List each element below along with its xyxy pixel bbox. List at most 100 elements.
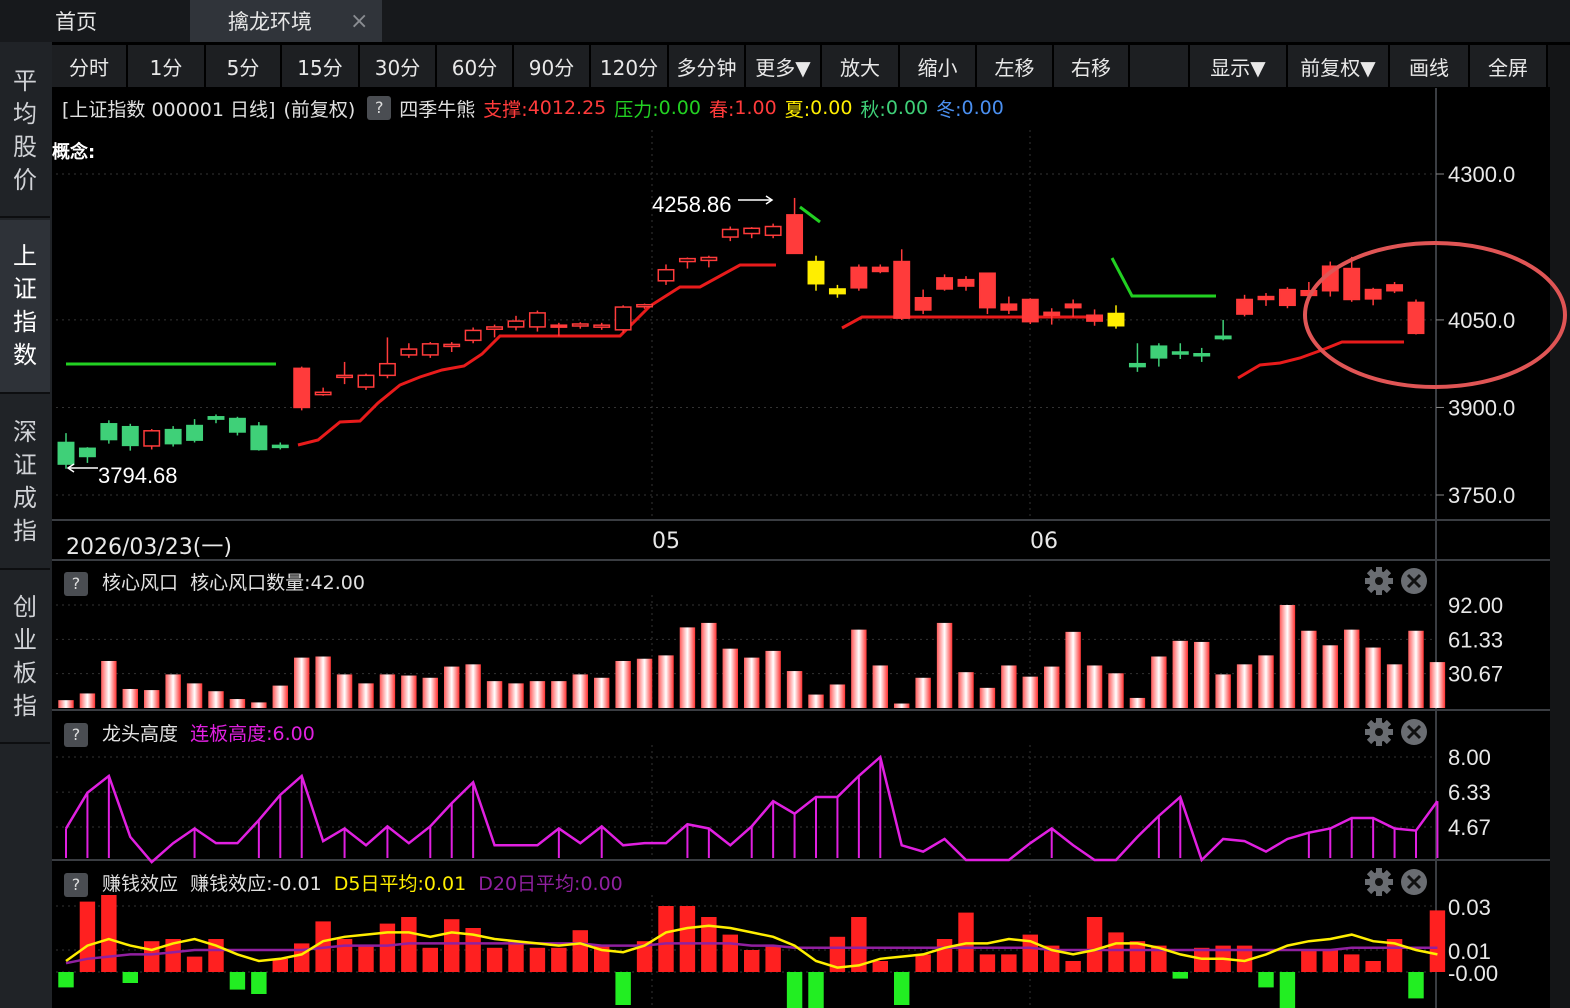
panel1-bar bbox=[379, 674, 396, 708]
panel3-bar bbox=[1065, 961, 1081, 972]
candle-body bbox=[957, 278, 975, 287]
candle-body bbox=[336, 374, 354, 379]
help-icon[interactable]: ? bbox=[64, 572, 88, 596]
gear-hole bbox=[1375, 728, 1383, 736]
panel3-d20-label: D20日平均: bbox=[478, 873, 581, 895]
right-scrollbar bbox=[1550, 45, 1570, 1008]
candle-body bbox=[228, 417, 246, 433]
panel1-bar bbox=[165, 674, 181, 708]
panel2-metric-value: 6.00 bbox=[272, 723, 315, 745]
candle-body bbox=[1128, 362, 1146, 368]
candle-body bbox=[678, 257, 696, 263]
panel3-bar bbox=[615, 972, 631, 1005]
candle-body bbox=[143, 430, 161, 447]
panel3-bar bbox=[1322, 950, 1338, 972]
panel1-bar bbox=[915, 677, 931, 708]
candle-body bbox=[743, 227, 761, 235]
candle-body bbox=[936, 277, 954, 290]
panel3-bar bbox=[786, 972, 803, 1008]
candle-body bbox=[1107, 312, 1125, 327]
panel1-bar bbox=[529, 681, 546, 708]
panel1-bar bbox=[336, 674, 353, 708]
candle-body bbox=[57, 441, 75, 465]
panel3-d5-label: D5日平均: bbox=[333, 873, 424, 895]
panel3-bar bbox=[679, 906, 696, 972]
panel1-bar bbox=[936, 622, 953, 708]
panel3-header: ? 赚钱效应 赚钱效应:-0.01 D5日平均:0.01 D20日平均:0.00 bbox=[52, 869, 623, 897]
candle-body bbox=[250, 425, 268, 451]
panel1-bar bbox=[1365, 647, 1381, 708]
panel1-bar bbox=[1151, 656, 1167, 708]
gear-icon[interactable] bbox=[1365, 718, 1393, 746]
panel1-bar bbox=[401, 675, 417, 708]
chart-canvas: 4300.0 4050.0 3900.0 3750.0 4258.86 3794.68 92… bbox=[52, 45, 1570, 1008]
panel3-bar bbox=[872, 961, 888, 972]
panel3-bar bbox=[294, 943, 310, 972]
panel1-bar bbox=[229, 699, 246, 708]
panel1-bar bbox=[79, 693, 96, 708]
panel1-bar bbox=[101, 660, 117, 708]
help-icon[interactable]: ? bbox=[64, 873, 88, 897]
panel3-bar bbox=[1001, 954, 1017, 972]
panel1-y-tick-label: 30.67 bbox=[1448, 662, 1503, 687]
panel1-bar bbox=[1215, 674, 1231, 708]
low-price-label: 3794.68 bbox=[98, 463, 178, 488]
panel1-bar bbox=[1408, 630, 1424, 708]
panel3-bar bbox=[572, 930, 588, 972]
gear-icon[interactable] bbox=[1365, 868, 1393, 896]
panel1-bar bbox=[208, 691, 224, 708]
panel1-bar bbox=[744, 657, 760, 708]
panel3-metric-value: -0.01 bbox=[272, 873, 322, 895]
panel3-bar bbox=[272, 958, 288, 972]
panel2-y-tick-label: 4.67 bbox=[1448, 815, 1491, 840]
candle-body bbox=[1364, 288, 1382, 300]
candle-body bbox=[871, 266, 889, 273]
panel1-bar bbox=[508, 683, 524, 708]
panel1-bar bbox=[122, 688, 138, 708]
candle-body bbox=[486, 326, 504, 330]
candle-body bbox=[1193, 353, 1211, 357]
candle-body bbox=[78, 447, 96, 458]
panel3-title: 赚钱效应 bbox=[102, 873, 179, 895]
close-icon[interactable] bbox=[1401, 568, 1427, 594]
panel2-y-tick-label: 8.00 bbox=[1448, 745, 1491, 770]
panel1-bar bbox=[894, 703, 910, 708]
panel1-bar bbox=[1129, 697, 1146, 708]
candle-body bbox=[443, 343, 461, 348]
panel1-metric-value: 42.00 bbox=[310, 572, 365, 594]
candle-body bbox=[1236, 298, 1254, 315]
candle-body bbox=[357, 374, 375, 388]
candle-body bbox=[207, 416, 225, 420]
panel3-bar bbox=[444, 919, 460, 972]
panel3-bar bbox=[722, 934, 738, 972]
panel1-header: ? 核心风口 核心风口数量:42.00 bbox=[52, 568, 365, 596]
close-icon[interactable] bbox=[1401, 719, 1427, 745]
panel3-bar bbox=[229, 972, 246, 990]
panel1-metric-label: 核心风口数量: bbox=[190, 572, 311, 594]
panel3-bar bbox=[551, 947, 567, 972]
candle-body bbox=[378, 362, 396, 377]
help-icon[interactable]: ? bbox=[64, 723, 88, 747]
panel3-bar bbox=[251, 972, 267, 994]
panel1-y-tick-label: 92.00 bbox=[1448, 593, 1503, 618]
panel3-bar bbox=[101, 895, 117, 972]
panel1-bar bbox=[658, 655, 674, 708]
panel1-bar bbox=[722, 648, 738, 708]
panel1-bar bbox=[572, 674, 588, 708]
panel1-bar bbox=[315, 656, 331, 708]
candle-body bbox=[807, 260, 825, 285]
candle-body bbox=[636, 303, 654, 308]
panel3-metric-label: 赚钱效应: bbox=[190, 873, 273, 895]
panel3-bar bbox=[186, 956, 203, 972]
panel3-bar bbox=[894, 972, 910, 1005]
close-icon[interactable] bbox=[1401, 869, 1427, 895]
candle-body bbox=[1064, 303, 1082, 309]
gear-icon[interactable] bbox=[1365, 567, 1393, 595]
panel3-bar bbox=[658, 906, 674, 972]
candle-body bbox=[400, 348, 418, 356]
panel1-bar bbox=[1194, 641, 1210, 708]
panel1-bar bbox=[1301, 630, 1317, 708]
panel2-y-tick-label: 6.33 bbox=[1448, 780, 1491, 805]
candle-body bbox=[657, 268, 675, 282]
candle-body bbox=[1278, 288, 1296, 307]
